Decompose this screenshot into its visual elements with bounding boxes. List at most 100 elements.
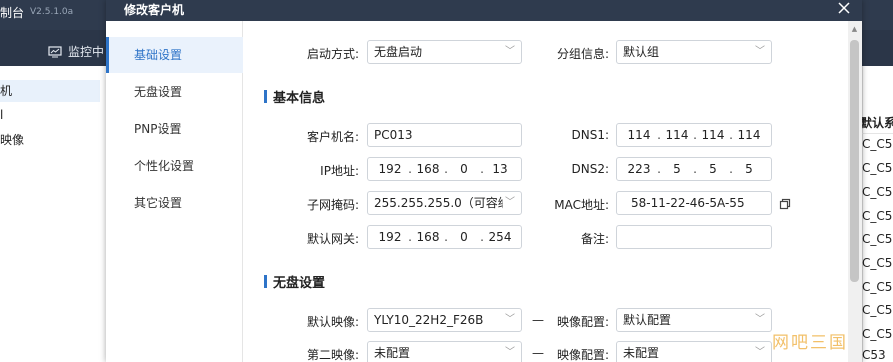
settings-nav: 基础设置 无盘设置 PNP设置 个性化设置 其它设置 — [106, 21, 243, 362]
dns1-octet: 114 — [701, 128, 725, 142]
dns1-octet: 114 — [737, 128, 761, 142]
monitor-tab-label: 监控中 — [68, 45, 105, 59]
app-version: V2.5.1.0a — [30, 7, 74, 17]
second-image-config-value: 未配置 — [623, 346, 660, 360]
gateway-octet: 0 — [460, 230, 468, 244]
table-cell: C_C53 — [862, 256, 893, 270]
nav-basic-settings[interactable]: 基础设置 — [106, 37, 243, 73]
dns1-octet: 114 — [665, 128, 689, 142]
dns2-octet: 223 — [627, 162, 651, 176]
dns1-octet: 114 — [627, 128, 651, 142]
scroll-up-arrow-icon[interactable]: ▲ — [850, 24, 859, 34]
table-cell: C_C53 — [862, 161, 893, 175]
separator-dash: — — [532, 313, 544, 327]
ip-address-input[interactable]: 192. 168. 0. 13 — [367, 157, 522, 181]
chevron-down-icon: ﹀ — [505, 347, 515, 358]
group-select[interactable]: 默认组 ﹀ — [616, 40, 772, 64]
boot-mode-select[interactable]: 无盘启动 ﹀ — [367, 40, 522, 64]
nav-other-settings[interactable]: 其它设置 — [106, 185, 243, 221]
dns2-label: DNS2: — [571, 162, 609, 176]
subnet-mask-value: 255.255.255.0（可容纳 — [374, 196, 510, 210]
section-diskless-title: 无盘设置 — [273, 276, 326, 291]
ip-address-label: IP地址: — [320, 164, 359, 178]
monitor-icon — [48, 45, 62, 57]
close-button[interactable] — [836, 0, 852, 16]
mac-address-value: 58-11-22-46-5A-55 — [631, 196, 745, 210]
section-diskless: 无盘设置 — [264, 272, 325, 291]
sidebar-item-image[interactable]: 映像 — [0, 131, 24, 148]
dns2-octet: 5 — [709, 162, 717, 176]
ip-octet: 13 — [492, 162, 508, 176]
table-cell: C_C53 — [862, 280, 893, 294]
boot-mode-value: 无盘启动 — [374, 45, 423, 59]
ip-octet: 192 — [378, 162, 402, 176]
table-cell: C53 — [862, 348, 886, 362]
image-config-label: 映像配置: — [556, 315, 609, 329]
gateway-input[interactable]: 192. 168. 0. 254 — [367, 225, 522, 249]
gateway-label: 默认网关: — [306, 232, 359, 246]
table-divider — [862, 133, 893, 134]
app-title: 制台 — [0, 6, 25, 20]
default-image-label: 默认映像: — [306, 315, 359, 329]
ip-octet: 0 — [460, 162, 468, 176]
gateway-octet: 168 — [416, 230, 440, 244]
chevron-down-icon: ﹀ — [755, 314, 765, 325]
gateway-octet: 254 — [488, 230, 512, 244]
second-image-select[interactable]: 未配置 ﹀ — [367, 341, 522, 362]
dns2-octet: 5 — [745, 162, 753, 176]
table-cell: C_C53 — [862, 303, 893, 317]
note-input[interactable] — [616, 225, 772, 249]
chevron-down-icon: ﹀ — [505, 314, 515, 325]
nav-personalization-settings[interactable]: 个性化设置 — [106, 148, 243, 184]
watermark-logo: 网吧三国 — [772, 333, 848, 353]
scrollbar-thumb[interactable] — [850, 40, 859, 282]
second-image-value: 未配置 — [374, 346, 411, 360]
nav-pnp-settings[interactable]: PNP设置 — [106, 111, 243, 147]
app-sidebar: 机 l 映像 — [0, 66, 106, 362]
group-label: 分组信息: — [556, 47, 609, 61]
table-header-default: 默认系 — [860, 116, 893, 130]
nav-diskless-settings[interactable]: 无盘设置 — [106, 74, 243, 110]
section-accent-bar — [264, 275, 267, 288]
client-name-input[interactable]: PC013 — [367, 123, 522, 147]
second-image-label: 第二映像: — [306, 348, 359, 362]
note-label: 备注: — [580, 232, 609, 246]
sidebar-item-2[interactable]: l — [0, 108, 3, 122]
chevron-down-icon: ﹀ — [755, 46, 765, 57]
section-basic-info: 基本信息 — [264, 87, 325, 106]
dns1-input[interactable]: 114. 114. 114. 114 — [616, 123, 772, 147]
copy-icon[interactable] — [779, 198, 791, 210]
image-config-select[interactable]: 默认配置 ﹀ — [616, 308, 772, 332]
edit-client-dialog: 修改客户机 基础设置 无盘设置 PNP设置 个性化设置 其它设置 启动方式: 无… — [106, 0, 862, 362]
mac-address-label: MAC地址: — [554, 198, 609, 212]
dns2-octet: 5 — [673, 162, 681, 176]
second-image-config-label: 映像配置: — [556, 348, 609, 362]
default-image-select[interactable]: YLY10_22H2_F26B ﹀ — [367, 308, 522, 332]
client-name-value: PC013 — [374, 128, 413, 142]
table-cell: C_C53 — [862, 185, 893, 199]
separator-dash: — — [532, 346, 544, 360]
subnet-mask-select[interactable]: 255.255.255.0（可容纳 ﹀ — [367, 191, 522, 215]
chevron-down-icon: ﹀ — [505, 46, 515, 57]
gateway-octet: 192 — [378, 230, 402, 244]
boot-mode-label: 启动方式: — [306, 47, 359, 61]
mac-address-input[interactable]: 58-11-22-46-5A-55 — [616, 191, 772, 215]
table-cell: C_C53 — [862, 327, 893, 341]
table-cell: C_C53 — [862, 209, 893, 223]
second-image-config-select[interactable]: 未配置 ﹀ — [616, 341, 772, 362]
section-basic-info-title: 基本信息 — [273, 91, 326, 106]
ip-octet: 168 — [416, 162, 440, 176]
monitor-tab[interactable]: 监控中 — [48, 43, 104, 60]
table-cell: C_C53 — [862, 137, 893, 151]
image-config-value: 默认配置 — [623, 313, 672, 327]
sidebar-item-client[interactable]: 机 — [0, 80, 100, 102]
dns2-input[interactable]: 223. 5. 5. 5 — [616, 157, 772, 181]
close-icon — [838, 2, 850, 14]
default-image-value: YLY10_22H2_F26B — [374, 313, 484, 327]
table-cell: C_C53 — [862, 232, 893, 246]
dialog-title: 修改客户机 — [124, 3, 185, 17]
group-value: 默认组 — [623, 45, 660, 59]
section-accent-bar — [264, 90, 267, 103]
dns1-label: DNS1: — [571, 128, 609, 142]
subnet-mask-label: 子网掩码: — [306, 198, 359, 212]
